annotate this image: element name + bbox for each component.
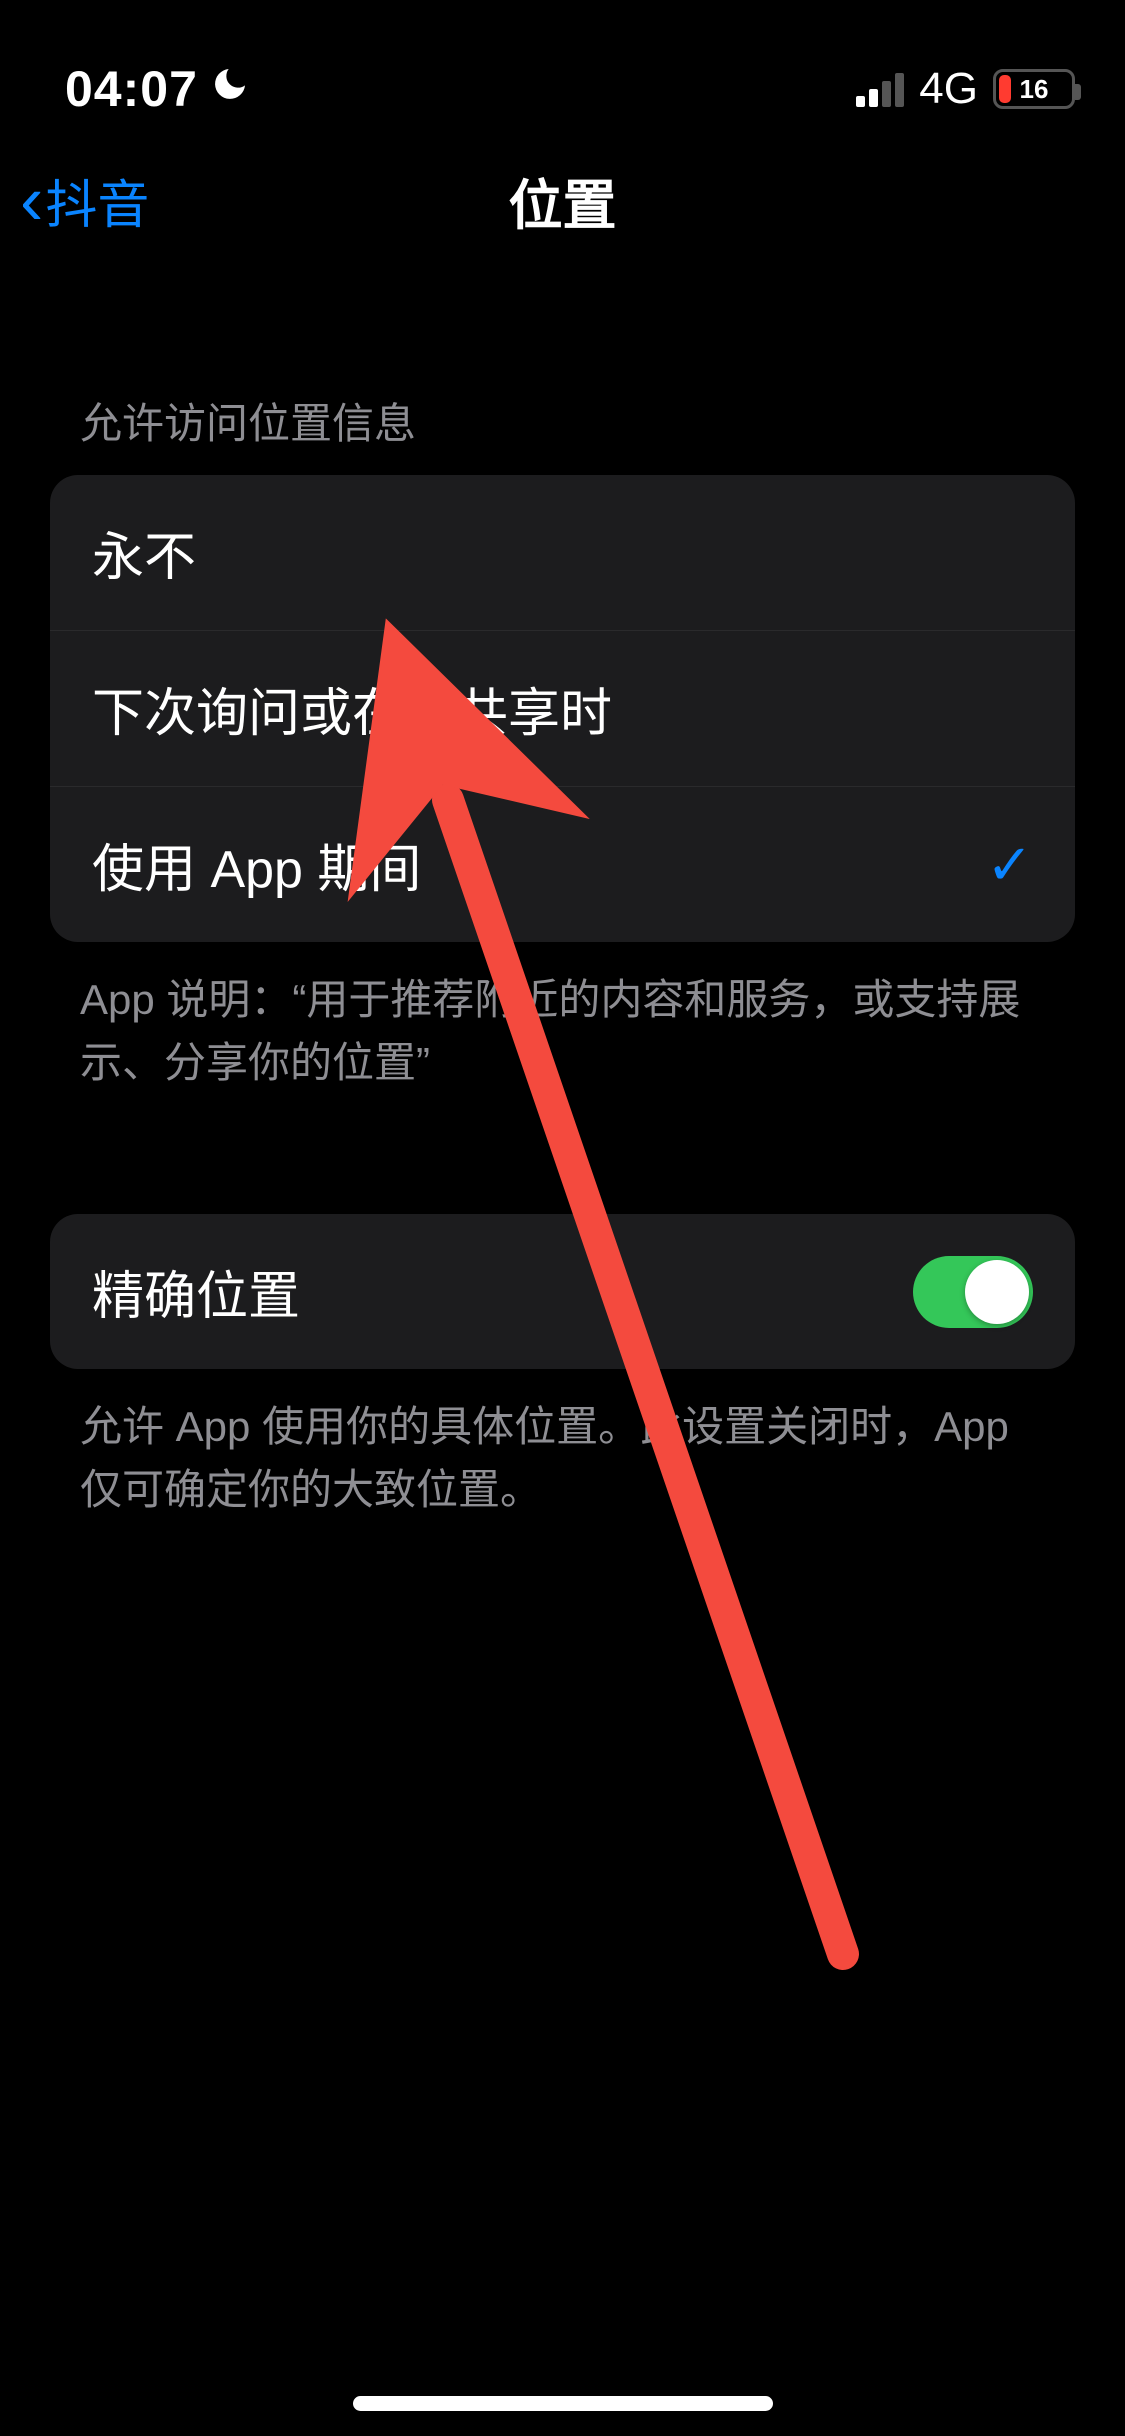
dnd-moon-icon — [210, 64, 250, 114]
page-title: 位置 — [509, 161, 617, 240]
cellular-signal-icon — [856, 71, 904, 107]
option-label: 永不 — [92, 515, 196, 590]
option-never[interactable]: 永不 — [50, 475, 1075, 630]
precise-location-footer: 允许 App 使用你的具体位置。此设置关闭时，App 仅可确定你的大致位置。 — [50, 1369, 1075, 1521]
back-label: 抖音 — [45, 163, 149, 238]
precise-location-row[interactable]: 精确位置 — [50, 1214, 1075, 1369]
status-left: 04:07 — [65, 60, 250, 118]
battery-icon: 16 — [993, 69, 1075, 109]
precise-location-group: 精确位置 — [50, 1214, 1075, 1369]
content: 允许访问位置信息 永不 下次询问或在我共享时 使用 App 期间 ✓ App 说… — [0, 390, 1125, 1521]
status-right: 4G 16 — [856, 64, 1075, 114]
precise-location-toggle[interactable] — [913, 1256, 1033, 1328]
toggle-knob — [965, 1260, 1029, 1324]
option-while-using-app[interactable]: 使用 App 期间 ✓ — [50, 786, 1075, 942]
home-indicator[interactable] — [353, 2396, 773, 2411]
chevron-left-icon: ‹ — [20, 165, 43, 235]
option-ask-next-time[interactable]: 下次询问或在我共享时 — [50, 630, 1075, 786]
option-label: 下次询问或在我共享时 — [92, 671, 612, 746]
location-access-group: 永不 下次询问或在我共享时 使用 App 期间 ✓ — [50, 475, 1075, 942]
network-type-label: 4G — [919, 64, 978, 114]
nav-bar: ‹ 抖音 位置 — [0, 130, 1125, 270]
status-bar: 04:07 4G 16 — [0, 0, 1125, 130]
precise-location-label: 精确位置 — [92, 1254, 300, 1329]
back-button[interactable]: ‹ 抖音 — [20, 163, 149, 238]
status-time: 04:07 — [65, 60, 198, 118]
location-access-footer: App 说明：“用于推荐附近的内容和服务，或支持展示、分享你的位置” — [50, 942, 1075, 1094]
checkmark-icon: ✓ — [986, 832, 1033, 898]
location-access-header: 允许访问位置信息 — [50, 390, 1075, 475]
battery-percent: 16 — [996, 74, 1072, 105]
option-label: 使用 App 期间 — [92, 827, 421, 902]
